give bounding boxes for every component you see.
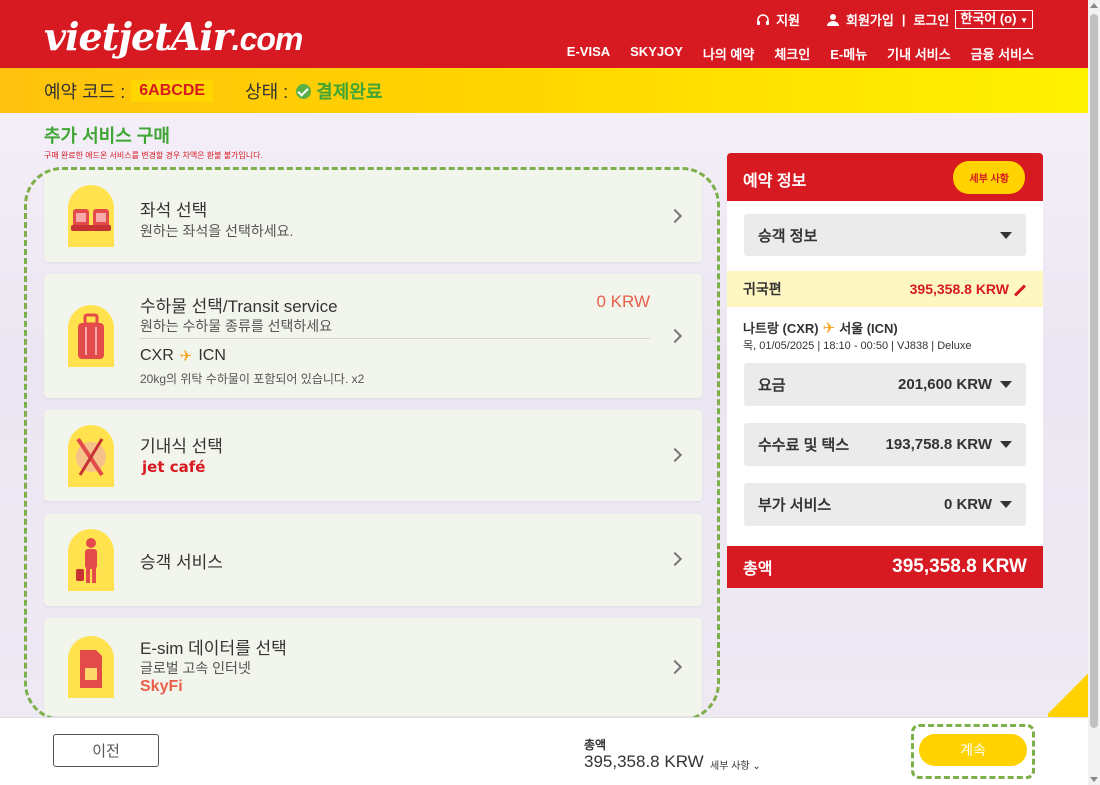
return-flight-bar: 귀국편 395,358.8 KRW — [727, 271, 1043, 307]
utility-bar: 지원 회원가입 | 로그인 한국어 (o) ▼ — [756, 10, 1033, 29]
booking-code: 6ABCDE — [131, 79, 214, 102]
continue-highlight-outline — [911, 724, 1035, 779]
headset-icon — [757, 13, 770, 25]
status-badge: 결제완료 — [316, 81, 383, 102]
panel-total-value: 395,358.8 KRW — [892, 556, 1027, 577]
nav-my-booking[interactable]: 나의 예약 — [703, 44, 754, 63]
return-flight-amount-value: 395,358.8 KRW — [909, 281, 1009, 297]
section-title: 추가 서비스 구매 — [44, 126, 170, 146]
addon-value: 0 KRW — [943, 496, 992, 513]
check-icon — [296, 84, 312, 99]
nav-evisa[interactable]: E-VISA — [567, 44, 610, 63]
flight-route: 나트랑 (CXR) ✈ 서울 (ICN) — [743, 318, 898, 337]
scrollbar-thumb[interactable] — [1090, 14, 1098, 728]
util-separator: | — [901, 12, 906, 27]
decorative-corner — [1048, 670, 1088, 717]
nav-inflight-service[interactable]: 기내 서비스 — [887, 44, 950, 63]
caret-down-icon — [1000, 441, 1012, 448]
scrollbar[interactable] — [1088, 0, 1100, 785]
addon-dropdown[interactable]: 부가 서비스 0 KRW — [744, 483, 1026, 526]
support-link[interactable]: 지원 — [776, 10, 800, 29]
logo-text: vietjetAir — [44, 14, 233, 59]
fare-value: 201,600 KRW — [898, 376, 992, 393]
chevron-down-icon: ⌄ — [752, 761, 761, 772]
panel-title: 예약 정보 — [743, 173, 807, 190]
logo-domain: .com — [231, 21, 304, 57]
tax-label: 수수료 및 택스 — [758, 437, 850, 454]
footer-details-toggle[interactable]: 세부 사항 ⌄ — [710, 757, 761, 772]
scroll-down-icon[interactable] — [1090, 777, 1098, 782]
tax-dropdown[interactable]: 수수료 및 택스 193,758.8 KRW — [744, 423, 1026, 466]
scroll-up-icon[interactable] — [1090, 3, 1098, 8]
highlight-outline — [24, 167, 720, 721]
return-flight-amount: 395,358.8 KRW — [910, 281, 1027, 297]
status-label: 상태 : — [245, 81, 289, 102]
footer-details-label: 세부 사항 — [710, 761, 750, 772]
panel-total: 총액 395,358.8 KRW — [727, 546, 1043, 588]
language-label: 한국어 (o) — [960, 11, 1017, 26]
language-select[interactable]: 한국어 (o) ▼ — [955, 10, 1033, 29]
previous-button[interactable]: 이전 — [53, 734, 159, 767]
site-header: vietjetAir.com 지원 회원가입 | 로그인 한국어 (o) ▼ E… — [0, 0, 1088, 68]
caret-down-icon — [1000, 231, 1012, 239]
caret-down-icon — [1000, 501, 1012, 508]
flight-destination: 서울 (ICN) — [839, 321, 898, 336]
login-link[interactable]: 로그인 — [913, 10, 949, 29]
panel-total-label: 총액 — [743, 561, 773, 578]
pencil-icon[interactable] — [1013, 284, 1027, 297]
fare-dropdown[interactable]: 요금 201,600 KRW — [744, 363, 1026, 406]
nav-finance-service[interactable]: 금융 서비스 — [971, 44, 1034, 63]
main-nav: E-VISA SKYJOY 나의 예약 체크인 E-메뉴 기내 서비스 금융 서… — [567, 44, 1034, 63]
chevron-down-icon: ▼ — [1020, 16, 1028, 25]
user-icon — [826, 13, 839, 26]
nav-skyjoy[interactable]: SKYJOY — [630, 44, 683, 63]
booking-code-label: 예약 코드 : — [44, 81, 126, 102]
nav-emenu[interactable]: E-메뉴 — [830, 44, 867, 63]
vietjet-logo[interactable]: vietjetAir.com — [44, 14, 304, 62]
addon-label: 부가 서비스 — [758, 497, 832, 514]
flight-origin: 나트랑 (CXR) — [743, 321, 819, 336]
return-flight-label: 귀국편 — [743, 281, 782, 297]
panel-body: 승객 정보 귀국편 395,358.8 KRW 나트랑 (CXR) ✈ 서울 (… — [727, 201, 1043, 546]
plane-icon: ✈ — [822, 319, 836, 337]
caret-down-icon — [1000, 381, 1012, 388]
passenger-info-dropdown[interactable]: 승객 정보 — [744, 214, 1026, 256]
fare-label: 요금 — [758, 377, 786, 394]
flight-info: 목, 01/05/2025 | 18:10 - 00:50 | VJ838 | … — [743, 340, 972, 352]
tax-value: 193,758.8 KRW — [885, 436, 992, 453]
details-button[interactable]: 세부 사항 — [953, 161, 1025, 194]
signup-link[interactable]: 회원가입 — [846, 10, 894, 29]
footer-total-label: 총액 — [584, 738, 607, 752]
nav-checkin[interactable]: 체크인 — [774, 44, 810, 63]
panel-header: 예약 정보 세부 사항 — [727, 153, 1043, 201]
passenger-info-label: 승객 정보 — [758, 227, 818, 245]
footer-total-value: 395,358.8 KRW — [584, 752, 704, 771]
section-note: 구매 완료한 애드온 서비스를 변경할 경우 차액은 환불 불가입니다. — [44, 151, 263, 160]
booking-status-bar: 예약 코드 : 6ABCDE 상태 : 결제완료 — [0, 68, 1088, 113]
